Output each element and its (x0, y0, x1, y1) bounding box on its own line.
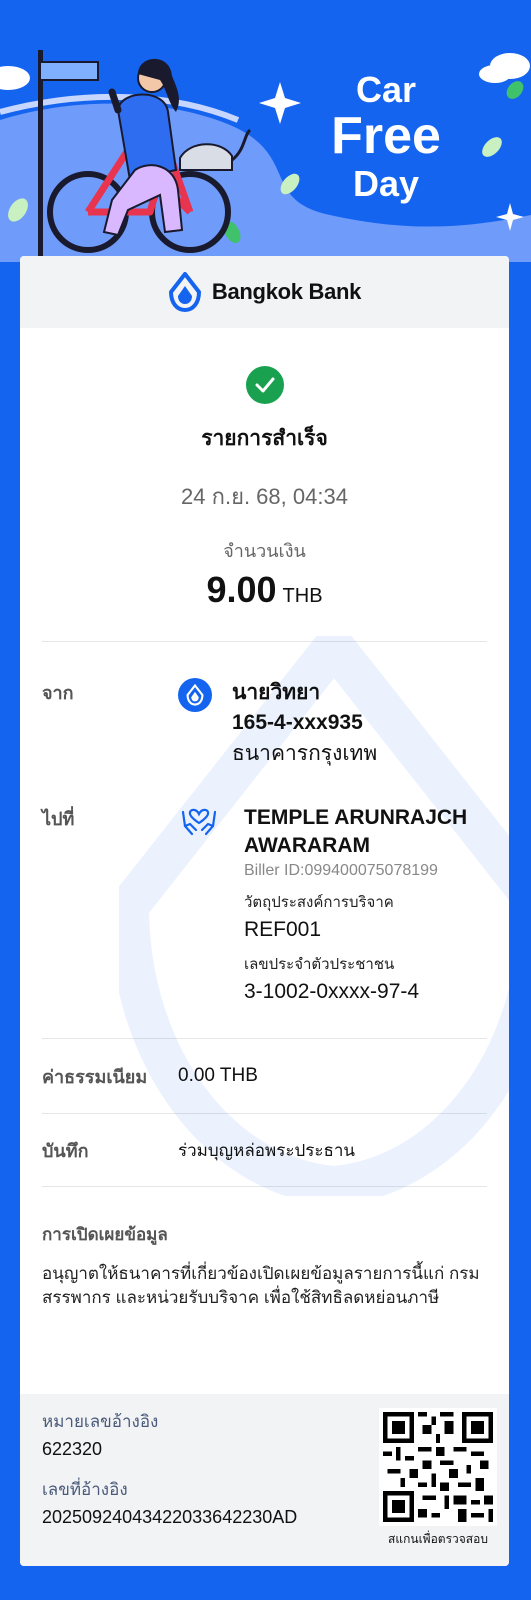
from-section: จาก นายวิทยา 165-4-xxx935 ธนาคารกรุงเทพ (20, 678, 509, 774)
amount-value: 9.00 (206, 569, 277, 610)
bangkok-bank-lotus-icon (168, 272, 201, 312)
qr-code[interactable] (379, 1408, 497, 1526)
memo-section: บันทึก ร่วมบุญหล่อพระประธาน (20, 1114, 509, 1186)
status-text: รายการสำเร็จ (201, 427, 328, 450)
to-info: TEMPLE ARUNRAJCH AWARARAM Biller ID:0994… (244, 804, 494, 1004)
receipt-card: Bangkok Bank รายการสำเร็จ 24 ก.ย. 68, 04… (20, 256, 509, 1566)
qr-caption: สแกนเพื่อตรวจสอบ (388, 1532, 488, 1546)
sender-name: นายวิทยา (232, 681, 321, 704)
disclosure-body: อนุญาตให้ธนาคารที่เกี่ยวข้องเปิดเผยข้อมู… (42, 1264, 480, 1307)
title-line-day: Day (352, 163, 420, 204)
sender-account: 165-4-xxx935 (232, 711, 363, 734)
from-info: นายวิทยา 165-4-xxx935 ธนาคารกรุงเทพ (232, 678, 377, 770)
amount-currency: THB (282, 585, 323, 607)
disclosure-title: การเปิดเผยข้อมูล (42, 1225, 168, 1244)
transaction-status: รายการสำเร็จ 24 ก.ย. 68, 04:34 จำนวนเงิน… (20, 366, 509, 611)
car-free-day-title: Car Free Day (311, 72, 461, 202)
car-free-day-banner: Car Free Day (0, 0, 531, 262)
purpose-value: REF001 (244, 918, 322, 941)
citizen-id-label: เลขประจำตัวประชาชน (244, 956, 395, 973)
transaction-datetime: 24 ก.ย. 68, 04:34 (181, 484, 348, 509)
sender-bank: ธนาคารกรุงเทพ (232, 742, 378, 765)
biller-id: Biller ID:099400075078199 (244, 862, 438, 879)
purpose-label: วัตถุประสงค์การบริจาค (244, 894, 394, 911)
fee-value: 0.00 THB (178, 1065, 258, 1086)
bank-name: Bangkok Bank (211, 279, 362, 304)
memo-value: ร่วมบุญหล่อพระประธาน (178, 1140, 356, 1160)
to-section: ไปที่ TEMPLE ARUNRAJCH AWARARAM Biller I… (20, 804, 509, 1008)
fee-label: ค่าธรรมเนียม (42, 1066, 148, 1087)
qr-code-icon (383, 1412, 493, 1522)
check-circle-icon (245, 366, 284, 404)
amount-label: จำนวนเงิน (223, 541, 306, 561)
memo-label: บันทึก (42, 1140, 89, 1161)
from-label: จาก (42, 683, 74, 703)
title-line-free: Free (331, 107, 441, 165)
qr-verification[interactable]: สแกนเพื่อตรวจสอบ (379, 1408, 497, 1549)
amount-row: 9.00 THB (20, 569, 509, 611)
title-line-car: Car (355, 69, 417, 110)
hands-heart-icon (181, 808, 217, 836)
fee-section: ค่าธรรมเนียม 0.00 THB (20, 1039, 509, 1113)
citizen-id-value: 3-1002-0xxxx-97-4 (244, 980, 420, 1003)
bank-header: Bangkok Bank (20, 256, 509, 328)
recipient-name: TEMPLE ARUNRAJCH AWARARAM (244, 806, 468, 857)
reference-footer: หมายเลขอ้างอิง 622320 เลขที่อ้างอิง 2025… (20, 1394, 509, 1566)
to-label: ไปที่ (42, 809, 75, 829)
bangkok-bank-lotus-icon (178, 678, 212, 712)
disclosure-section: การเปิดเผยข้อมูล อนุญาตให้ธนาคารที่เกี่ย… (20, 1187, 509, 1310)
